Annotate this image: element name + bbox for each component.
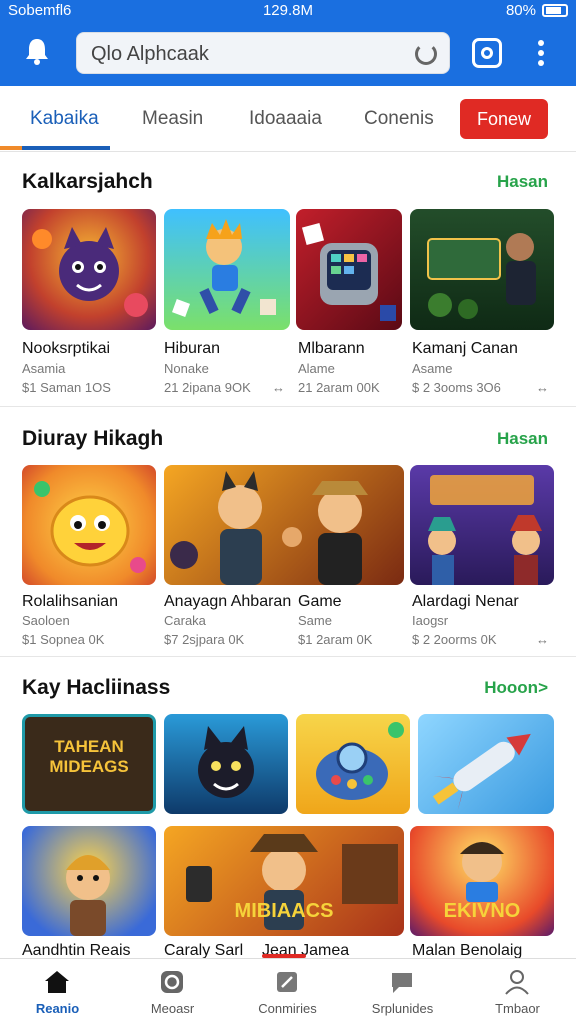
rocket-icon (432, 733, 531, 811)
camera-icon (161, 971, 183, 993)
card-subtitle: Caraka (164, 613, 206, 628)
nav-item-chat[interactable]: Srplunides (345, 959, 460, 1025)
section-link-3[interactable]: Hooon> (484, 678, 548, 698)
card-title: Nooksrptikai (22, 340, 111, 357)
more-arrow-icon[interactable]: ↔ (536, 632, 549, 647)
card-title: Mlbarann (298, 340, 365, 357)
card-subtitle: Saoloen (22, 613, 70, 628)
bell-icon[interactable] (22, 36, 52, 66)
card-subtitle: Alame (298, 361, 335, 376)
adventure-group-icon (428, 475, 542, 585)
camera-icon[interactable] (472, 38, 502, 68)
yellow-monster-icon (34, 481, 146, 573)
card-title: Game (298, 593, 342, 610)
game-thumbnail[interactable] (164, 714, 288, 814)
nav-item-edit[interactable]: Conmiries (230, 959, 345, 1025)
tab-2[interactable]: Idoaaaia (249, 108, 322, 130)
smartwatch-icon (301, 222, 396, 321)
card-title: Kamanj Canan (412, 340, 518, 357)
search-bar[interactable] (76, 32, 450, 74)
nav-item-profile[interactable]: Tmbaor (460, 959, 575, 1025)
section-link-1[interactable]: Hasan (497, 172, 548, 192)
card-title: Alardagi Nenar (412, 593, 519, 610)
card-meta: $ 2 3ooms 3O6 (412, 380, 501, 395)
hero-kid-icon (66, 855, 110, 936)
card-subtitle: Asame (412, 361, 453, 376)
jumping-kid-icon (172, 219, 276, 317)
section-title-2: Diuray Hikagh (22, 427, 164, 450)
nav-item-home[interactable]: Reanio (0, 959, 115, 1025)
card-subtitle: Nonake (164, 361, 209, 376)
game-thumbnail[interactable] (22, 826, 156, 936)
card-subtitle: Same (298, 613, 332, 628)
game-thumbnail[interactable]: EKIVNO (410, 826, 554, 936)
card-title: Hiburan (164, 340, 221, 357)
card-meta: $1 Saman 1OS (22, 380, 111, 395)
battery-icon (542, 4, 568, 17)
card-title: Rolalihsanian (22, 593, 119, 610)
chat-icon (392, 973, 412, 993)
robot-machine-icon (316, 722, 404, 800)
nav-item-camera[interactable]: Meoasr (115, 959, 230, 1025)
clock: 129.8M (262, 2, 314, 19)
more-menu-icon[interactable] (536, 40, 546, 68)
handshake-characters-icon (170, 471, 368, 585)
game-thumbnail[interactable] (164, 209, 290, 330)
game-thumbnail[interactable]: TAHEAN MIDEAGS (22, 714, 156, 814)
game-thumbnail[interactable] (22, 465, 156, 585)
adventure-man-icon (427, 233, 536, 319)
thumbnail-banner-text: TAHEAN MIDEAGS (49, 737, 129, 776)
app-header: Sobemfl6 129.8M 80% (0, 0, 576, 86)
card-meta: $1 2aram 0K (298, 632, 373, 647)
game-thumbnail[interactable] (164, 465, 404, 585)
thumbnail-banner-text: EKIVNO (443, 900, 521, 922)
card-title: Anayagn Ahbaran (164, 593, 292, 610)
status-bar: Sobemfl6 129.8M 80% (0, 0, 576, 22)
card-subtitle: Iaogsr (412, 613, 449, 628)
nav-label: Conmiries (258, 1001, 317, 1016)
section-divider (0, 656, 576, 657)
game-thumbnail[interactable] (410, 209, 554, 330)
game-thumbnail[interactable] (22, 209, 156, 330)
bottom-navigation: Reanio Meoasr Conmiries Srplunides Tmbao… (0, 958, 576, 1024)
nav-label: Meoasr (150, 1001, 195, 1016)
reload-icon[interactable] (415, 43, 437, 65)
thumbnail-banner-text: MIBIAACS (234, 900, 334, 922)
card-meta: 21 2ipana 9OK (164, 380, 251, 395)
battery-percent: 80% (505, 2, 536, 19)
game-thumbnail[interactable]: MIBIAACS (164, 826, 404, 936)
edit-icon (277, 972, 297, 992)
game-thumbnail[interactable] (296, 714, 410, 814)
tab-0[interactable]: Kabaika (30, 108, 99, 130)
tab-1[interactable]: Measin (142, 108, 203, 130)
nav-label: Reanio (35, 1001, 80, 1016)
card-meta: 21 2aram 00K (298, 380, 380, 395)
renew-button[interactable]: Fonew (460, 99, 548, 139)
home-icon (45, 971, 69, 993)
game-thumbnail[interactable] (418, 714, 554, 814)
category-tabs: Kabaika Measin Idoaaaia Conenis Fonew (0, 86, 576, 152)
section-title-1: Kalkarsjahch (22, 170, 153, 193)
user-icon (505, 970, 529, 995)
nav-label: Tmbaor (495, 1001, 540, 1016)
active-tab-indicator (0, 146, 110, 150)
game-thumbnail[interactable] (296, 209, 402, 330)
section-title-3: Kay Hacliinass (22, 676, 171, 699)
section-link-2[interactable]: Hasan (497, 429, 548, 449)
card-meta: $ 2 2oorms 0K (412, 632, 497, 647)
card-subtitle: Asamia (22, 361, 66, 376)
tab-3[interactable]: Conenis (364, 108, 434, 130)
cat-mascot-icon (32, 227, 148, 317)
section-divider (0, 406, 576, 407)
dark-cat-icon (198, 726, 254, 798)
card-meta: $1 Sopnea 0K (22, 632, 105, 647)
more-arrow-icon[interactable]: ↔ (272, 380, 285, 395)
game-thumbnail[interactable] (410, 465, 554, 585)
nav-label: Srplunides (371, 1001, 434, 1016)
card-meta: $7 2sjpara 0K (164, 632, 245, 647)
more-arrow-icon[interactable]: ↔ (536, 380, 549, 395)
search-input[interactable] (91, 41, 391, 67)
